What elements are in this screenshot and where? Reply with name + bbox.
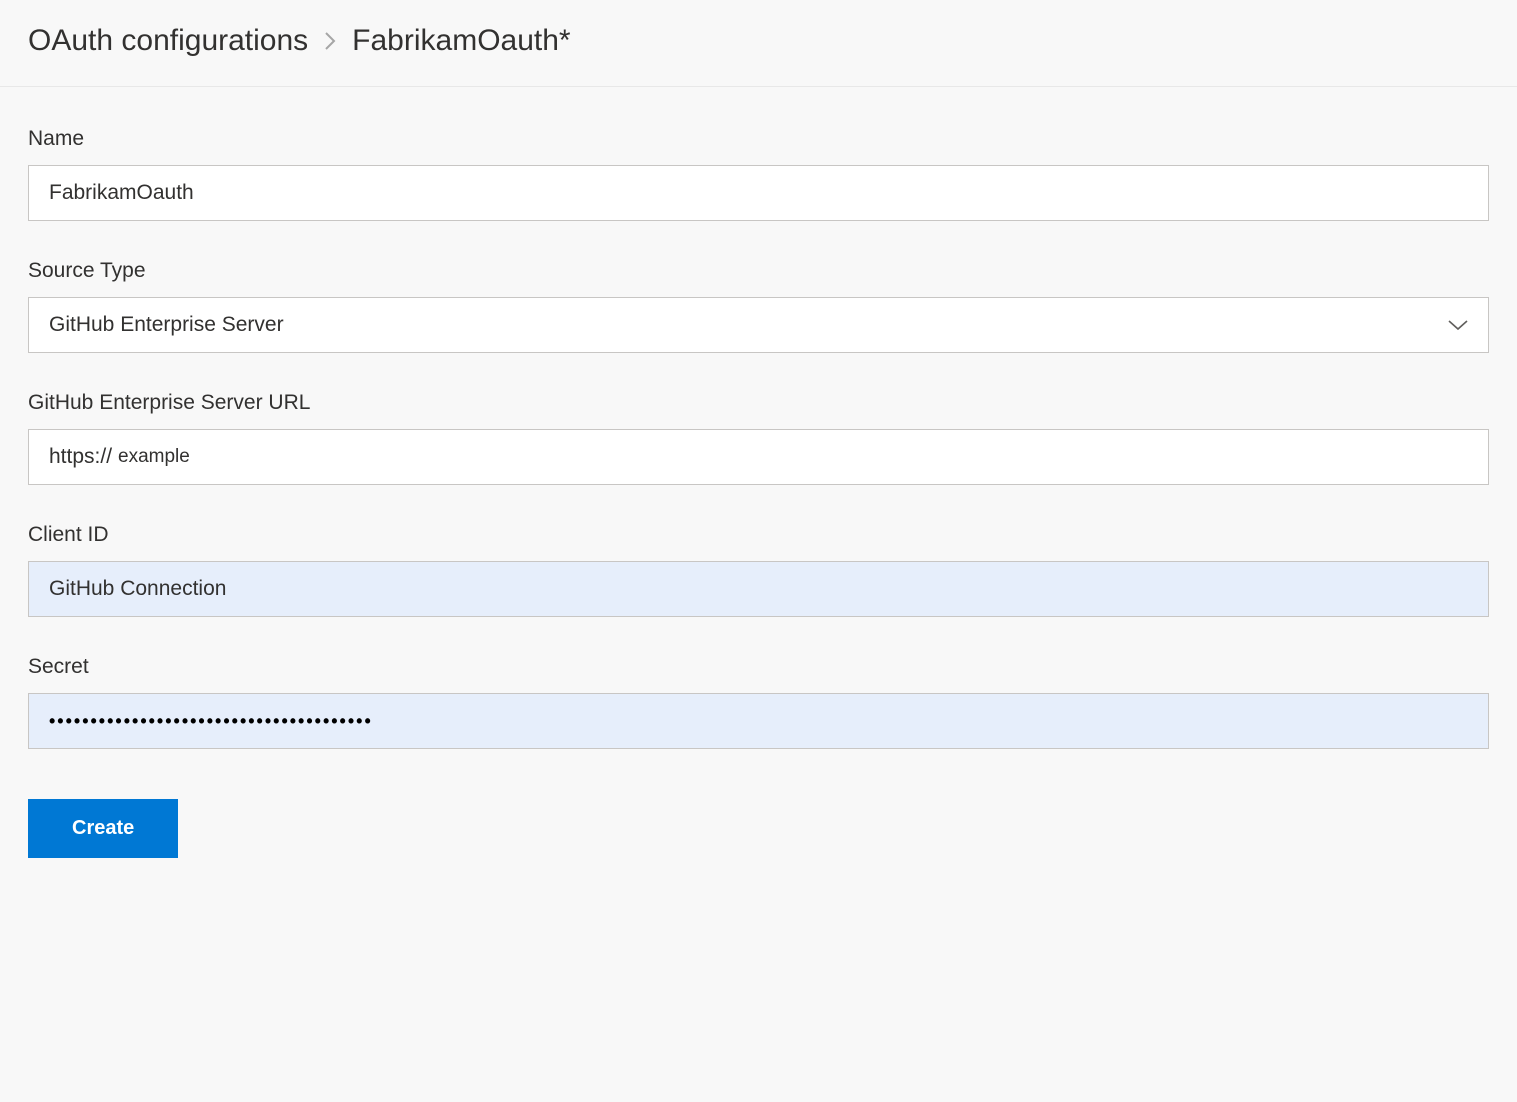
- name-label: Name: [28, 127, 1489, 151]
- secret-input[interactable]: •••••••••••••••••••••••••••••••••••••••: [28, 693, 1489, 749]
- url-prefix: https://: [49, 445, 112, 469]
- oauth-config-form: Name Source Type GitHub Enterprise Serve…: [0, 87, 1517, 886]
- chevron-right-icon: [322, 29, 338, 53]
- breadcrumb-parent-link[interactable]: OAuth configurations: [28, 24, 308, 58]
- url-host: example: [118, 446, 190, 468]
- source-type-select[interactable]: [28, 297, 1489, 353]
- breadcrumb-current: FabrikamOauth*: [352, 24, 570, 58]
- secret-masked-value: •••••••••••••••••••••••••••••••••••••••: [49, 711, 373, 732]
- client-id-input[interactable]: GitHub Connection: [28, 561, 1489, 617]
- source-type-label: Source Type: [28, 259, 1489, 283]
- server-url-input[interactable]: https:// example: [28, 429, 1489, 485]
- client-id-value: GitHub Connection: [49, 577, 226, 601]
- server-url-label: GitHub Enterprise Server URL: [28, 391, 1489, 415]
- secret-label: Secret: [28, 655, 1489, 679]
- create-button[interactable]: Create: [28, 799, 178, 858]
- breadcrumb: OAuth configurations FabrikamOauth*: [0, 0, 1517, 87]
- client-id-label: Client ID: [28, 523, 1489, 547]
- name-input[interactable]: [28, 165, 1489, 221]
